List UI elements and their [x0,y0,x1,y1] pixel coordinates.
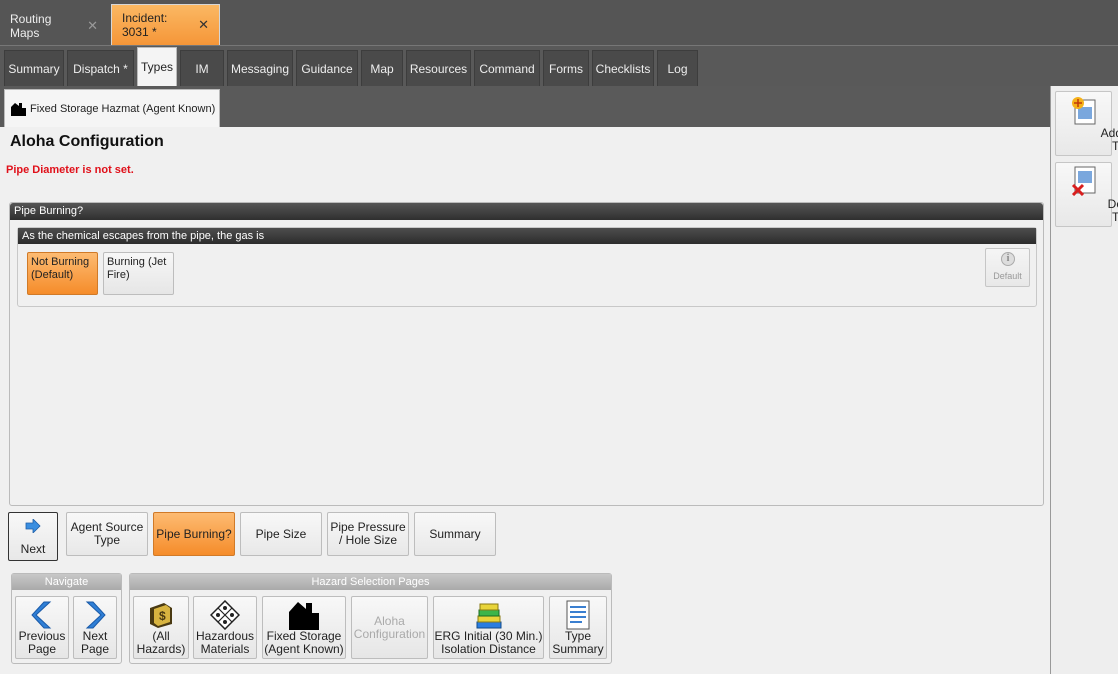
tab-messaging[interactable]: Messaging [227,50,293,87]
next-page-label: Next Page [80,629,110,656]
type-tab-label: Fixed Storage Hazmat (Agent Known) [30,102,216,115]
tab-summary[interactable]: Summary [4,50,64,87]
delete-type-label: Delete Type [1107,197,1118,224]
hazard-page-all-hazards[interactable]: $ (All Hazards) [133,596,189,659]
question-group: As the chemical escapes from the pipe, t… [17,227,1037,307]
tab-command[interactable]: Command [474,50,540,87]
add-document-icon [1071,97,1095,125]
hazard-page-label: Aloha Configuration [353,613,426,641]
type-actions-panel: Add New Type Delete Type [1050,86,1118,674]
chevron-right-icon [85,601,106,629]
delete-document-icon [1071,166,1095,197]
type-tab-bar: Fixed Storage Hazmat (Agent Known) [0,86,1050,127]
page-title: Aloha Configuration [10,133,164,150]
tab-log[interactable]: Log [657,50,698,87]
step-pipe-size[interactable]: Pipe Size [240,512,322,556]
tab-dispatch[interactable]: Dispatch * [67,50,134,87]
books-stack-icon [476,603,501,629]
pipe-burning-group: Pipe Burning? As the chemical escapes fr… [9,202,1044,506]
close-icon[interactable]: ✕ [87,18,98,34]
document-tab-bar: Routing Maps ✕ Incident: 3031 * ✕ [0,0,1118,45]
add-new-type-label: Add New Type [1100,126,1118,153]
add-new-type-button[interactable]: Add New Type [1055,91,1118,156]
house-icon [11,102,26,116]
step-summary[interactable]: Summary [414,512,496,556]
tab-im[interactable]: IM [180,50,224,87]
step-pipe-pressure[interactable]: Pipe Pressure / Hole Size [327,512,409,556]
next-page-button[interactable]: Next Page [73,596,117,659]
tab-resources[interactable]: Resources [406,50,471,87]
hazard-page-label: Type Summary [552,629,604,656]
document-list-icon [566,600,590,630]
doc-tab-incident[interactable]: Incident: 3031 * ✕ [111,4,220,45]
step-pipe-burning[interactable]: Pipe Burning? [153,512,235,556]
validation-error: Pipe Diameter is not set. [6,164,134,176]
house-icon [289,602,319,630]
doc-tab-label: Routing Maps [10,11,52,40]
previous-page-button[interactable]: Previous Page [15,596,69,659]
doc-tab-routing-maps[interactable]: Routing Maps ✕ [0,6,108,45]
tab-forms[interactable]: Forms [543,50,589,87]
next-step-button[interactable]: Next [8,512,58,561]
hazard-page-label: (All Hazards) [136,629,186,656]
next-step-label: Next [20,542,46,556]
svg-text:$: $ [159,609,166,623]
doc-tab-label: Incident: 3031 * [122,11,168,39]
previous-page-label: Previous Page [18,629,66,656]
close-icon[interactable]: ✕ [198,17,209,33]
default-label: Default [993,271,1022,281]
hazard-page-label: ERG Initial (30 Min.) Isolation Distance [434,629,543,656]
chevron-left-icon [31,601,52,629]
hazard-page-erg-initial[interactable]: ERG Initial (30 Min.) Isolation Distance [433,596,544,659]
hazard-page-type-summary[interactable]: Type Summary [549,596,607,659]
default-button[interactable]: i Default [985,248,1030,287]
question-header: As the chemical escapes from the pipe, t… [18,228,1036,244]
tab-map[interactable]: Map [361,50,403,87]
type-tab-fixed-storage[interactable]: Fixed Storage Hazmat (Agent Known) [4,89,220,127]
navigate-header: Navigate [12,574,121,590]
hazard-page-label: Fixed Storage (Agent Known) [264,629,344,656]
tab-types[interactable]: Types [137,47,177,87]
tab-checklists[interactable]: Checklists [592,50,654,87]
module-tab-bar: Summary Dispatch * Types IM Messaging Gu… [0,45,1118,87]
navigate-group: Navigate Previous Page Next Page [11,573,122,664]
option-burning-jet-fire[interactable]: Burning (Jet Fire) [103,252,174,295]
arrow-right-icon [25,519,41,533]
info-icon: i [1001,252,1015,266]
hazard-page-fixed-storage[interactable]: Fixed Storage (Agent Known) [262,596,346,659]
step-agent-source-type[interactable]: Agent Source Type [66,512,148,556]
delete-type-button[interactable]: Delete Type [1055,162,1118,227]
hazard-page-aloha-configuration[interactable]: Aloha Configuration [351,596,428,659]
main-panel: Aloha Configuration Pipe Diameter is not… [0,127,1050,674]
book-icon: $ [150,603,172,628]
hazard-page-hazardous-materials[interactable]: Hazardous Materials [193,596,257,659]
tab-guidance[interactable]: Guidance [296,50,358,87]
hazmat-diamond-icon [210,600,240,630]
hazard-page-label: Hazardous Materials [195,629,255,656]
hazard-selection-group: Hazard Selection Pages $ (All Hazards) H… [129,573,612,664]
hazard-selection-header: Hazard Selection Pages [130,574,611,590]
option-not-burning[interactable]: Not Burning (Default) [27,252,98,295]
group-header: Pipe Burning? [10,203,1043,220]
